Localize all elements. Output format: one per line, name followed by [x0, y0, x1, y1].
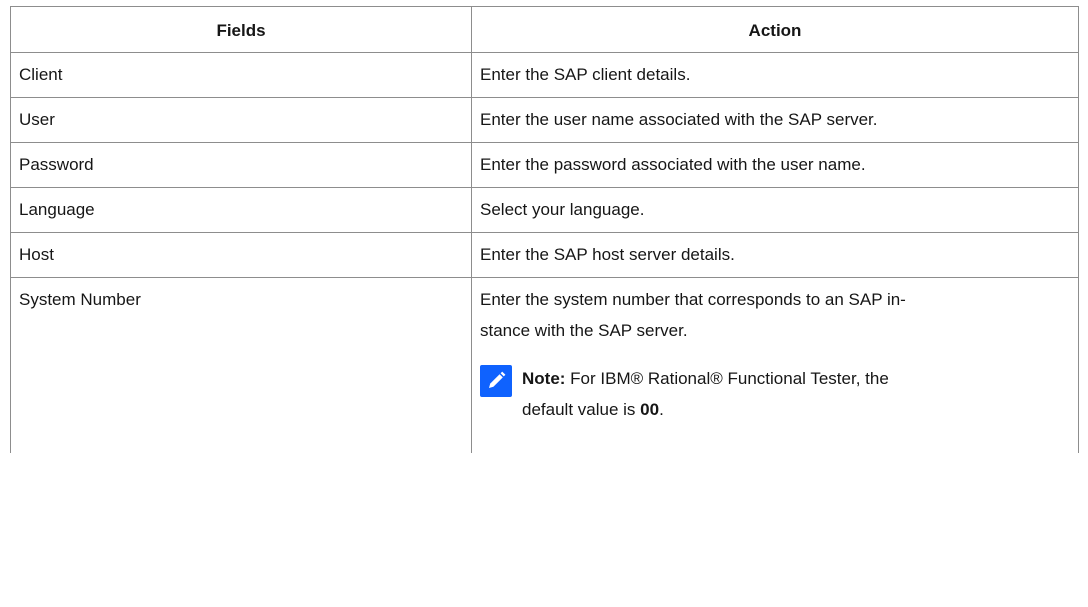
action-text-line1: Enter the system number that corresponds…	[480, 290, 906, 309]
note-default-value: 00	[640, 400, 660, 419]
table-row: Password Enter the password associated w…	[10, 142, 1079, 188]
action-cell: Select your language.	[471, 187, 1079, 233]
note-text-line1: For IBM® Rational® Functional Tester, th…	[565, 369, 889, 388]
pencil-note-icon	[480, 365, 512, 397]
table-row: Client Enter the SAP client details.	[10, 52, 1079, 98]
field-cell: Language	[10, 187, 472, 233]
note-label: Note:	[522, 369, 566, 388]
header-fields: Fields	[10, 6, 472, 53]
note-text-line2: default value is	[522, 400, 641, 419]
field-cell: System Number	[10, 277, 472, 453]
field-cell: Password	[10, 142, 472, 188]
action-cell: Enter the system number that corresponds…	[471, 277, 1079, 453]
field-cell: Host	[10, 232, 472, 278]
action-cell: Enter the SAP host server details.	[471, 232, 1079, 278]
fields-action-table: Fields Action Client Enter the SAP clien…	[10, 6, 1079, 453]
field-cell: Client	[10, 52, 472, 98]
table-row: Host Enter the SAP host server details.	[10, 232, 1079, 278]
table-header-row: Fields Action	[10, 6, 1079, 53]
action-cell: Enter the user name associated with the …	[471, 97, 1079, 143]
table-row: System Number Enter the system number th…	[10, 277, 1079, 453]
action-cell: Enter the SAP client details.	[471, 52, 1079, 98]
action-cell: Enter the password associated with the u…	[471, 142, 1079, 188]
table-row: Language Select your language.	[10, 187, 1079, 233]
action-text-line2: stance with the SAP server.	[480, 321, 688, 340]
note-suffix: .	[659, 400, 664, 419]
table-row: User Enter the user name associated with…	[10, 97, 1079, 143]
note-callout: Note: For IBM® Rational® Functional Test…	[480, 363, 1070, 425]
field-cell: User	[10, 97, 472, 143]
action-text: Enter the system number that corresponds…	[480, 284, 1070, 346]
note-text: Note: For IBM® Rational® Functional Test…	[522, 363, 1070, 425]
header-action: Action	[471, 6, 1079, 53]
